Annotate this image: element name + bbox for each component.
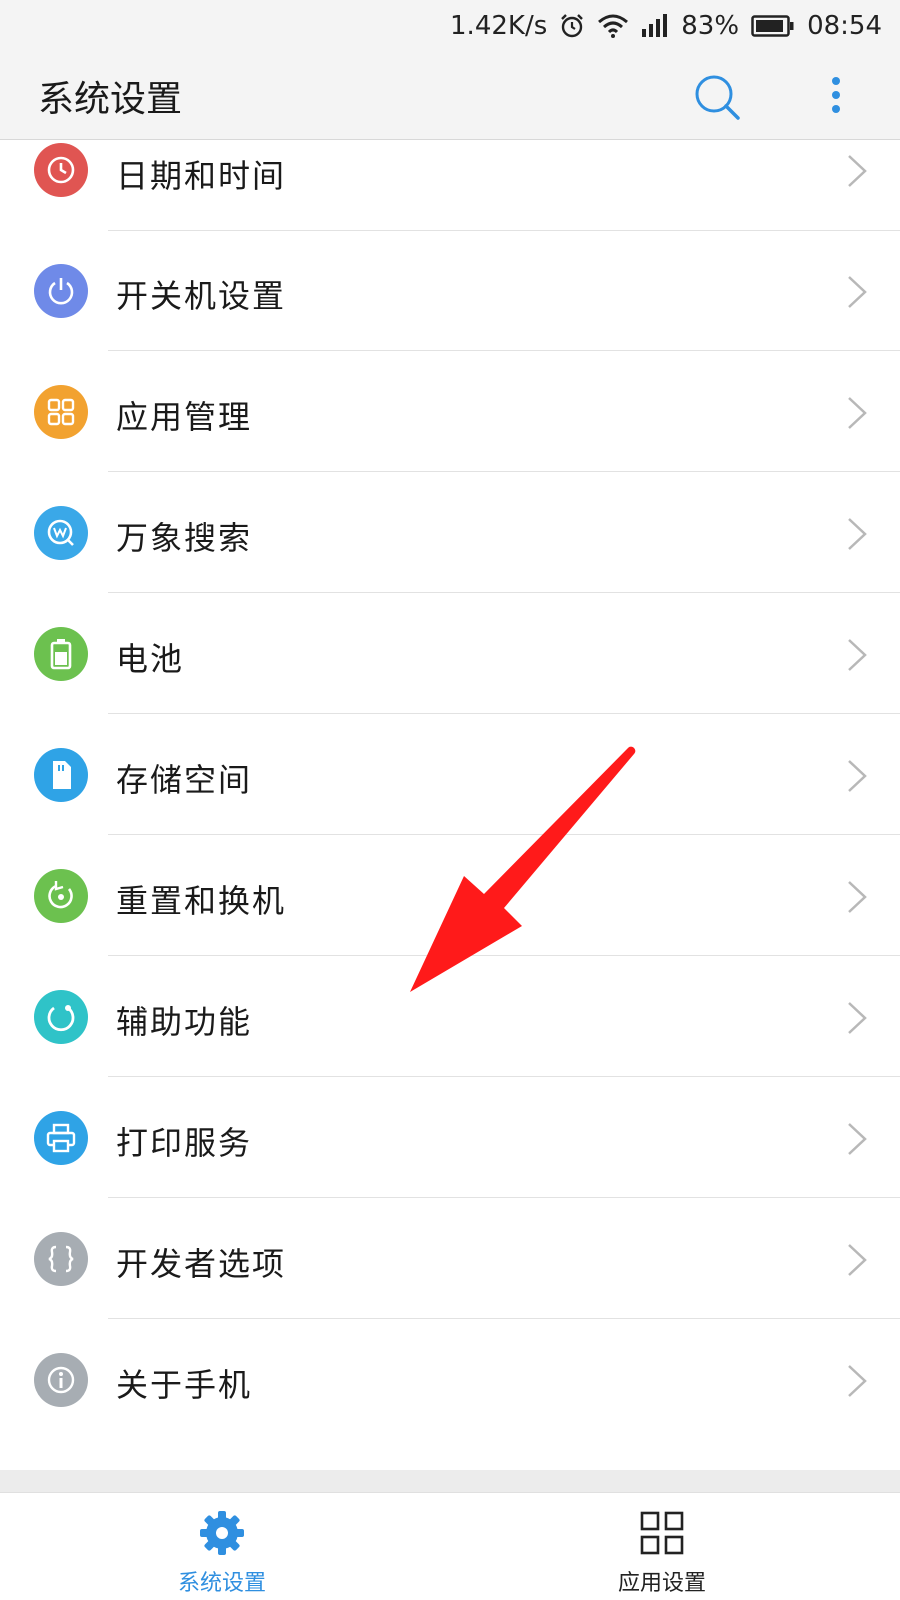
section-gap (0, 1470, 900, 1492)
wifi-icon (597, 13, 629, 39)
chevron-right-icon (848, 760, 867, 792)
tab-label: 系统设置 (177, 1571, 266, 1596)
search-w-icon (34, 506, 88, 560)
settings-item-label: 日期和时间 (116, 157, 287, 195)
chevron-right-icon (848, 155, 867, 187)
tab-label: 应用设置 (617, 1571, 706, 1596)
settings-item-app-management[interactable]: 应用管理 (0, 351, 900, 474)
settings-item-battery[interactable]: 电池 (0, 593, 900, 716)
tab-app-settings[interactable]: 应用设置 (562, 1493, 762, 1600)
chevron-right-icon (848, 639, 867, 671)
clock-icon (34, 143, 88, 197)
net-speed: 1.42K/s (450, 11, 548, 41)
chevron-right-icon (848, 397, 867, 429)
chevron-right-icon (848, 1365, 867, 1397)
signal-icon (641, 14, 669, 38)
chevron-right-icon (848, 1002, 867, 1034)
settings-item-about-phone[interactable]: 关于手机 (0, 1319, 900, 1442)
battery-icon (751, 14, 795, 38)
chevron-right-icon (848, 881, 867, 913)
settings-item-label: 应用管理 (116, 398, 253, 436)
accessibility-icon (34, 990, 88, 1044)
settings-item-label: 重置和换机 (116, 882, 287, 920)
settings-item-date-time[interactable]: 日期和时间 (0, 109, 900, 232)
power-icon (34, 264, 88, 318)
apps-grid-icon (636, 1507, 688, 1559)
bottom-navigation: 系统设置 应用设置 (0, 1492, 900, 1600)
chevron-right-icon (848, 1244, 867, 1276)
reset-icon (34, 869, 88, 923)
chevron-right-icon (848, 276, 867, 308)
status-bar: 1.42K/s 83% 08:54 (0, 0, 900, 52)
settings-item-label: 开关机设置 (116, 277, 287, 315)
settings-item-developer-options[interactable]: 开发者选项 (0, 1198, 900, 1321)
settings-item-reset-migrate[interactable]: 重置和换机 (0, 835, 900, 958)
tab-system-settings[interactable]: 系统设置 (122, 1493, 322, 1600)
battery-icon (34, 627, 88, 681)
printer-icon (34, 1111, 88, 1165)
settings-item-print-service[interactable]: 打印服务 (0, 1077, 900, 1200)
sd-card-icon (34, 748, 88, 802)
clock-time: 08:54 (807, 11, 882, 41)
settings-item-global-search[interactable]: 万象搜索 (0, 472, 900, 595)
settings-item-label: 辅助功能 (116, 1003, 253, 1041)
settings-item-label: 万象搜索 (116, 519, 253, 557)
settings-item-label: 存储空间 (116, 761, 253, 799)
battery-percent: 83% (681, 11, 740, 41)
settings-item-storage[interactable]: 存储空间 (0, 714, 900, 837)
alarm-icon (559, 13, 585, 39)
braces-icon (34, 1232, 88, 1286)
settings-item-label: 关于手机 (116, 1366, 253, 1404)
settings-item-label: 开发者选项 (116, 1245, 287, 1283)
settings-item-power-schedule[interactable]: 开关机设置 (0, 231, 900, 354)
settings-item-accessibility[interactable]: 辅助功能 (0, 956, 900, 1079)
chevron-right-icon (848, 518, 867, 550)
info-icon (34, 1353, 88, 1407)
settings-item-label: 打印服务 (116, 1124, 253, 1162)
gear-icon (196, 1507, 248, 1559)
settings-item-label: 电池 (116, 640, 185, 678)
chevron-right-icon (848, 1123, 867, 1155)
settings-list: 日期和时间 开关机设置 应用管理 万象搜索 电池 存储空间 重置和换机 辅助功能… (0, 140, 900, 1470)
apps-grid-icon (34, 385, 88, 439)
